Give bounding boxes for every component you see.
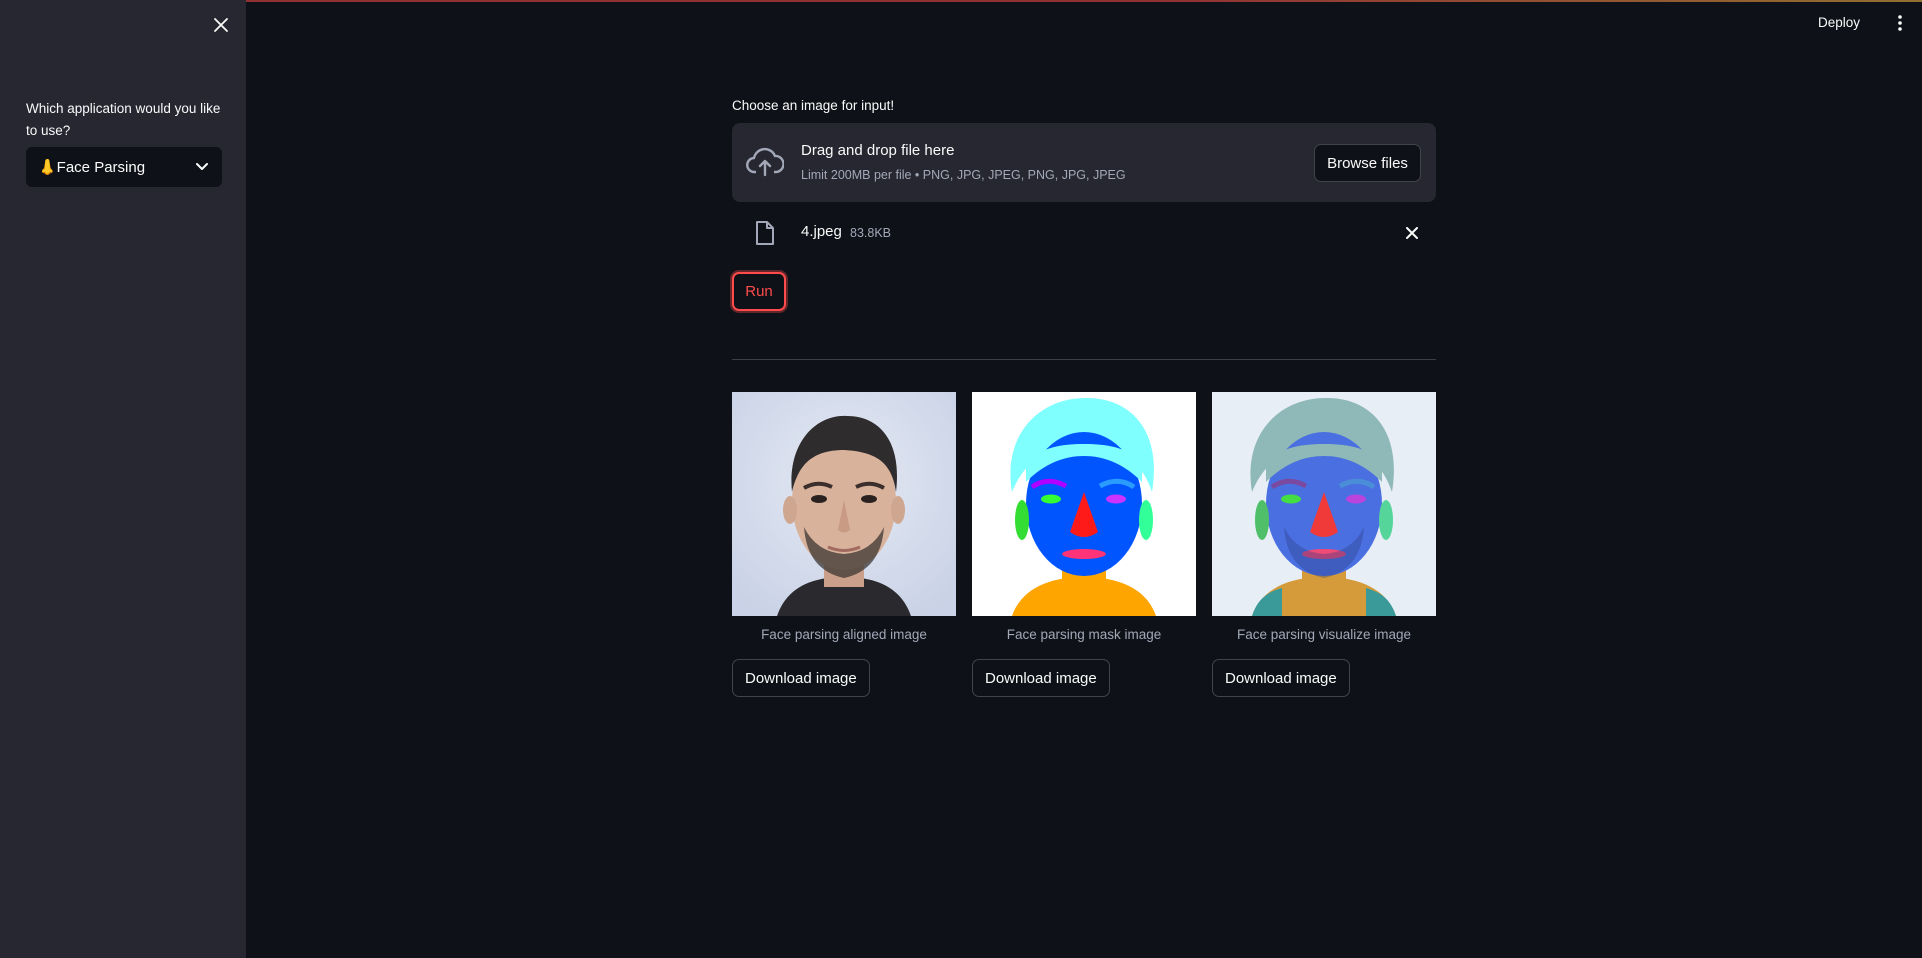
download-aligned-button[interactable]: Download image	[732, 659, 870, 697]
app-select-label: Which application would you like to use?	[26, 101, 221, 138]
chevron-down-icon	[194, 159, 210, 175]
file-size: 83.8KB	[850, 226, 892, 240]
result-column-visualize: Face parsing visualize image Download im…	[1212, 392, 1436, 697]
download-mask-button[interactable]: Download image	[972, 659, 1110, 697]
dropzone-title: Drag and drop file here	[801, 142, 955, 159]
result-column-mask: Face parsing mask image Download image	[972, 392, 1196, 697]
browse-files-button[interactable]: Browse files	[1314, 144, 1421, 182]
cloud-upload-icon	[746, 147, 784, 177]
file-dropzone[interactable]: Drag and drop file here Limit 200MB per …	[732, 123, 1436, 202]
app-select-value: 👃Face Parsing	[38, 159, 146, 176]
close-icon	[1406, 227, 1418, 239]
uploaded-file: 4.jpeg 83.8KB	[732, 218, 1436, 248]
visualize-image	[1212, 392, 1436, 616]
app-select[interactable]: 👃Face Parsing	[26, 147, 222, 187]
image-caption: Face parsing visualize image	[1236, 627, 1412, 642]
remove-file-button[interactable]	[1402, 223, 1422, 243]
result-column-aligned: Face parsing aligned image Download imag…	[732, 392, 956, 697]
image-caption: Face parsing aligned image	[761, 627, 927, 642]
file-name: 4.jpeg	[801, 223, 842, 240]
deploy-button[interactable]: Deploy	[1818, 12, 1860, 34]
aligned-image	[732, 392, 956, 616]
image-caption: Face parsing mask image	[1006, 627, 1162, 642]
run-button[interactable]: Run	[732, 272, 786, 311]
mask-image	[972, 392, 1196, 616]
download-visualize-button[interactable]: Download image	[1212, 659, 1350, 697]
close-icon	[214, 18, 228, 32]
top-decoration-bar	[0, 0, 1922, 2]
dropzone-limit: Limit 200MB per file • PNG, JPG, JPEG, P…	[801, 168, 1126, 182]
file-icon	[756, 221, 774, 245]
sidebar: Which application would you like to use?…	[0, 0, 246, 958]
uploader-label: Choose an image for input!	[732, 98, 895, 113]
kebab-menu-icon	[1898, 15, 1902, 31]
main-menu-button[interactable]	[1890, 12, 1910, 34]
divider	[732, 359, 1436, 360]
close-sidebar-button[interactable]	[208, 12, 234, 38]
